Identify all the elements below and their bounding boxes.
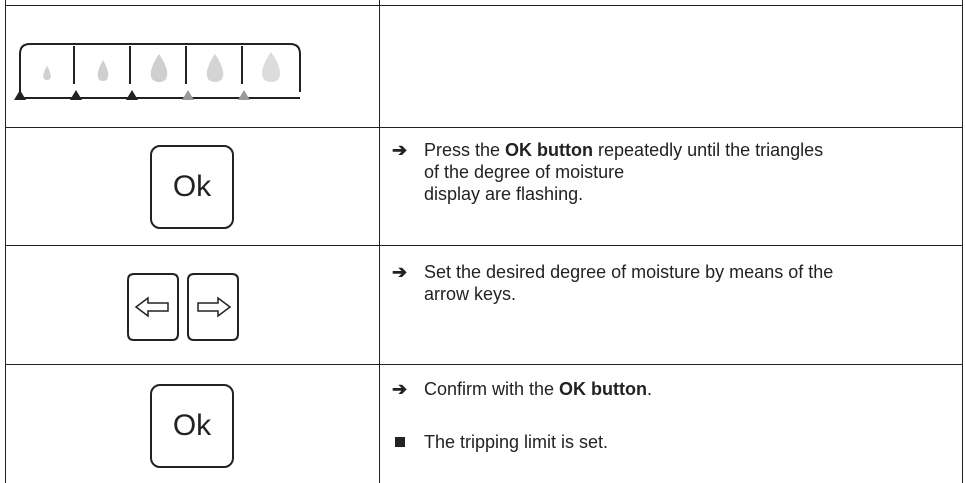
arrow-bullet-icon: ➔ bbox=[392, 262, 408, 282]
ok-key-label: Ok bbox=[172, 170, 212, 203]
ok-key-icon: Ok bbox=[150, 384, 234, 468]
step-2-instruction: ➔ Set the desired degree of moisture by … bbox=[388, 261, 963, 305]
instruction-table: Ok ➔ Press the OK button repeatedly unti… bbox=[0, 0, 965, 483]
drop-icon-level-5 bbox=[262, 52, 280, 82]
left-arrow-key-icon bbox=[127, 273, 179, 341]
drop-icon-level-4 bbox=[206, 54, 224, 82]
ok-key-icon: Ok bbox=[150, 145, 234, 229]
arrow-bullet-icon: ➔ bbox=[392, 140, 408, 160]
step-2-text-line2: arrow keys. bbox=[424, 284, 517, 304]
ok-key-label: Ok bbox=[172, 409, 212, 442]
arrow-bullet-icon: ➔ bbox=[392, 379, 408, 399]
drop-icon-level-3 bbox=[150, 54, 168, 82]
arrow-keys-icon bbox=[126, 272, 242, 347]
step-1-text-after: repeatedly until the triangles bbox=[593, 140, 824, 160]
drop-icon-level-1 bbox=[43, 66, 51, 80]
table-border-right bbox=[962, 0, 963, 483]
drop-icon-level-2 bbox=[97, 60, 109, 81]
triangle-marker-1 bbox=[14, 90, 26, 100]
moisture-display-icon bbox=[14, 38, 314, 111]
step-3-result: The tripping limit is set. bbox=[388, 431, 958, 453]
triangle-marker-5 bbox=[238, 90, 250, 100]
step-3-text-bold: OK button bbox=[559, 379, 648, 399]
step-1-text-line3: display are flashing. bbox=[424, 184, 584, 204]
step-3-text-before: Confirm with the bbox=[424, 379, 560, 399]
table-column-divider bbox=[379, 0, 380, 483]
step-1-text-before: Press the bbox=[424, 140, 506, 160]
step-3-result-text: The tripping limit is set. bbox=[424, 432, 609, 452]
step-1-text-line2: of the degree of moisture bbox=[424, 162, 625, 182]
triangle-marker-2 bbox=[70, 90, 82, 100]
table-row-divider bbox=[5, 364, 963, 365]
triangle-marker-3 bbox=[126, 90, 138, 100]
step-1-instruction: ➔ Press the OK button repeatedly until t… bbox=[388, 139, 958, 205]
step-3-instruction: ➔ Confirm with the OK button. bbox=[388, 378, 958, 400]
step-3-text-after: . bbox=[647, 379, 653, 399]
table-border-left bbox=[5, 0, 6, 483]
step-2-text-line1: Set the desired degree of moisture by me… bbox=[424, 262, 834, 282]
square-bullet-icon bbox=[395, 437, 405, 447]
table-row-divider bbox=[5, 127, 963, 128]
table-row-divider bbox=[5, 245, 963, 246]
step-1-text-bold: OK button bbox=[505, 140, 594, 160]
triangle-marker-4 bbox=[182, 90, 194, 100]
right-arrow-key-icon bbox=[187, 273, 239, 341]
table-border-top bbox=[5, 5, 963, 6]
